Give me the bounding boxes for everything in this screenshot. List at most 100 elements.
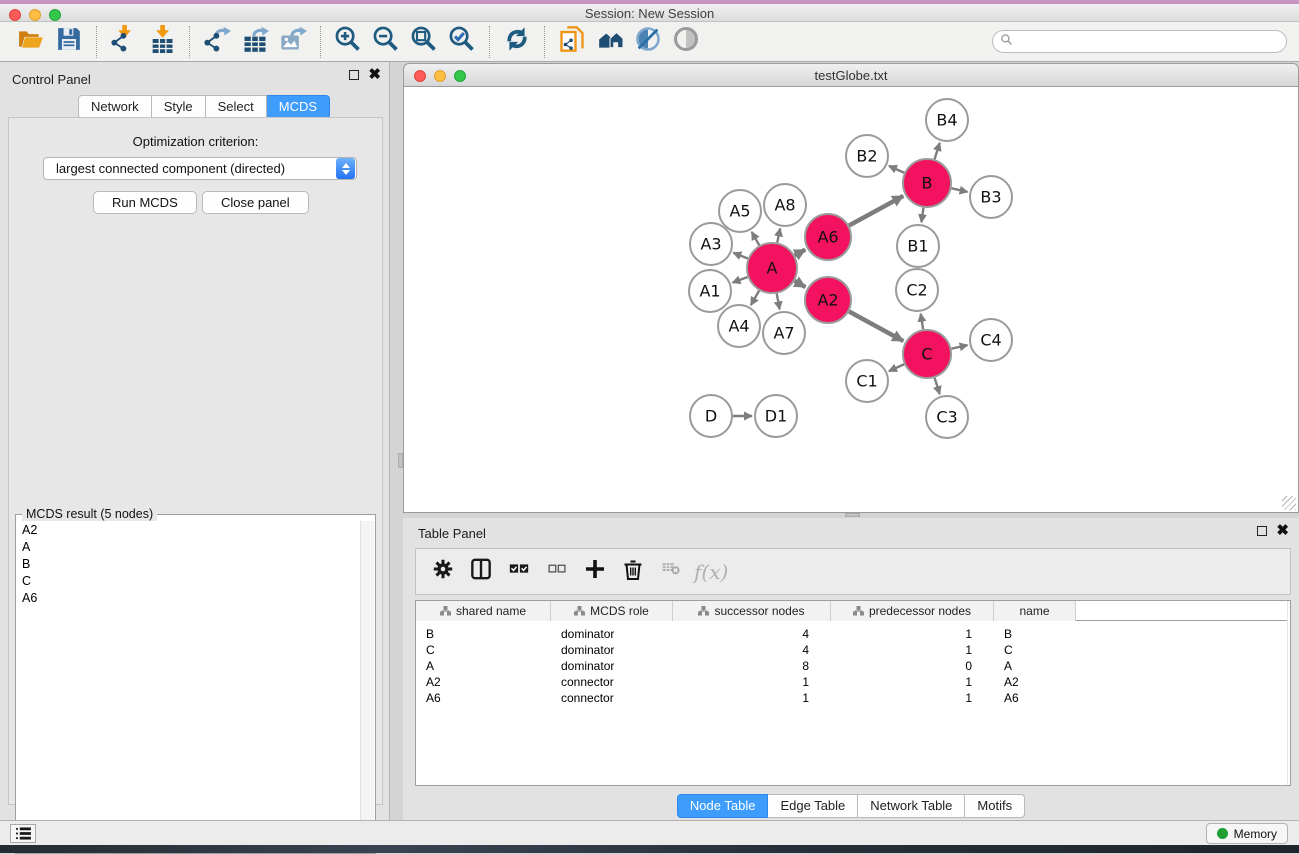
table-cell[interactable]: dominator <box>561 643 673 657</box>
node-B[interactable]: B <box>903 159 951 207</box>
table-cell[interactable]: dominator <box>561 659 673 673</box>
tab-motifs[interactable]: Motifs <box>965 794 1025 818</box>
edge-C-C1[interactable] <box>889 364 904 371</box>
home-button[interactable] <box>591 25 629 59</box>
open-session-button[interactable] <box>12 25 50 59</box>
network-canvas[interactable]: B4B2BB3A5A8A6A3B1AA1C2A2A4A7C4CC1C3DD1 <box>403 87 1299 513</box>
float-table-panel-icon[interactable] <box>1257 526 1267 536</box>
export-image-button[interactable] <box>274 25 312 59</box>
tab-node-table[interactable]: Node Table <box>677 794 769 818</box>
node-A4[interactable]: A4 <box>718 305 760 347</box>
tab-mcds[interactable]: MCDS <box>267 95 330 119</box>
close-panel-icon[interactable]: ✖ <box>368 70 381 80</box>
tab-network[interactable]: Network <box>78 95 152 119</box>
node-D1[interactable]: D1 <box>755 395 797 437</box>
table-cell[interactable]: 8 <box>673 659 809 673</box>
table-cell[interactable]: A6 <box>426 691 551 705</box>
trash-button[interactable] <box>616 554 649 590</box>
result-scrollbar[interactable] <box>360 521 374 852</box>
node-A2[interactable]: A2 <box>805 277 851 323</box>
edge-A-A5[interactable] <box>752 232 760 245</box>
edge-A6-B[interactable] <box>849 196 903 226</box>
edge-A-A8[interactable] <box>777 229 780 243</box>
column-header-name[interactable]: name <box>994 601 1076 621</box>
table-cell[interactable]: C <box>1004 643 1076 657</box>
mcds-result-item[interactable]: A6 <box>17 589 360 606</box>
select-all-button[interactable] <box>502 554 535 590</box>
node-table[interactable]: shared nameMCDS rolesuccessor nodesprede… <box>415 600 1291 786</box>
edge-A-A3[interactable] <box>733 253 747 259</box>
clone-network-button[interactable] <box>553 25 591 59</box>
table-cell[interactable]: connector <box>561 675 673 689</box>
node-A5[interactable]: A5 <box>719 190 761 232</box>
node-A6[interactable]: A6 <box>805 214 851 260</box>
edge-C-C2[interactable] <box>921 314 923 330</box>
horizontal-scroll-thumb[interactable] <box>845 513 860 517</box>
close-panel-button[interactable]: Close panel <box>202 191 309 214</box>
column-header-successor-nodes[interactable]: successor nodes <box>673 601 831 621</box>
zoom-fit-button[interactable] <box>405 25 443 59</box>
tab-style[interactable]: Style <box>152 95 206 119</box>
search-box[interactable] <box>992 30 1287 53</box>
node-B1[interactable]: B1 <box>897 225 939 267</box>
node-A7[interactable]: A7 <box>763 312 805 354</box>
node-B3[interactable]: B3 <box>970 176 1012 218</box>
vertical-scroll-thumb[interactable] <box>398 453 403 468</box>
table-cell[interactable]: A <box>426 659 551 673</box>
table-cell[interactable]: 1 <box>831 643 972 657</box>
edge-A-A6[interactable] <box>795 250 806 256</box>
edge-B-B2[interactable] <box>889 166 904 173</box>
table-cell[interactable]: A2 <box>1004 675 1076 689</box>
node-C2[interactable]: C2 <box>896 269 938 311</box>
edge-B-B3[interactable] <box>951 188 967 192</box>
tab-edge-table[interactable]: Edge Table <box>768 794 858 818</box>
column-header-MCDS-role[interactable]: MCDS role <box>551 601 673 621</box>
edge-A2-C[interactable] <box>849 311 903 341</box>
node-D[interactable]: D <box>690 395 732 437</box>
network-window-titlebar[interactable]: testGlobe.txt <box>403 63 1299 87</box>
table-cell[interactable]: 1 <box>831 627 972 641</box>
export-table-button[interactable] <box>236 25 274 59</box>
mcds-result-item[interactable]: B <box>17 555 360 572</box>
node-B2[interactable]: B2 <box>846 135 888 177</box>
table-cell[interactable]: 1 <box>673 691 809 705</box>
table-cell[interactable]: A2 <box>426 675 551 689</box>
eye-button[interactable] <box>667 25 705 59</box>
edge-A-A7[interactable] <box>777 294 780 310</box>
graphics-details-button[interactable] <box>629 25 667 59</box>
function-builder-button[interactable]: f(x) <box>694 560 728 584</box>
mcds-result-list[interactable]: A2ABCA6 <box>17 521 360 852</box>
refresh-layout-button[interactable] <box>498 25 536 59</box>
node-C1[interactable]: C1 <box>846 360 888 402</box>
node-table-header[interactable]: shared nameMCDS rolesuccessor nodesprede… <box>416 601 1290 621</box>
node-B4[interactable]: B4 <box>926 99 968 141</box>
node-C4[interactable]: C4 <box>970 319 1012 361</box>
node-A[interactable]: A <box>747 243 797 293</box>
mcds-result-item[interactable]: A2 <box>17 521 360 538</box>
zoom-selected-button[interactable] <box>443 25 481 59</box>
column-header-predecessor-nodes[interactable]: predecessor nodes <box>831 601 994 621</box>
edge-B-B1[interactable] <box>921 208 923 222</box>
table-cell[interactable]: dominator <box>561 627 673 641</box>
search-input[interactable] <box>1017 35 1286 49</box>
network-graph[interactable]: B4B2BB3A5A8A6A3B1AA1C2A2A4A7C4CC1C3DD1 <box>404 87 1298 511</box>
memory-button[interactable]: Memory <box>1206 823 1288 844</box>
zoom-out-button[interactable] <box>367 25 405 59</box>
table-cell[interactable]: C <box>426 643 551 657</box>
table-cell[interactable]: A <box>1004 659 1076 673</box>
import-table-button[interactable] <box>143 25 181 59</box>
column-header-shared-name[interactable]: shared name <box>416 601 551 621</box>
export-network-button[interactable] <box>198 25 236 59</box>
float-panel-icon[interactable] <box>349 70 359 80</box>
mcds-result-item[interactable]: C <box>17 572 360 589</box>
save-session-button[interactable] <box>50 25 88 59</box>
edge-A-A1[interactable] <box>733 277 748 283</box>
delete-table-button[interactable] <box>654 554 687 590</box>
edge-C-C4[interactable] <box>951 345 967 349</box>
edge-B-B4[interactable] <box>935 143 940 159</box>
node-A1[interactable]: A1 <box>689 270 731 312</box>
node-A3[interactable]: A3 <box>690 223 732 265</box>
edge-A-A4[interactable] <box>751 291 759 306</box>
tab-network-table[interactable]: Network Table <box>858 794 965 818</box>
add-button[interactable] <box>578 554 611 590</box>
